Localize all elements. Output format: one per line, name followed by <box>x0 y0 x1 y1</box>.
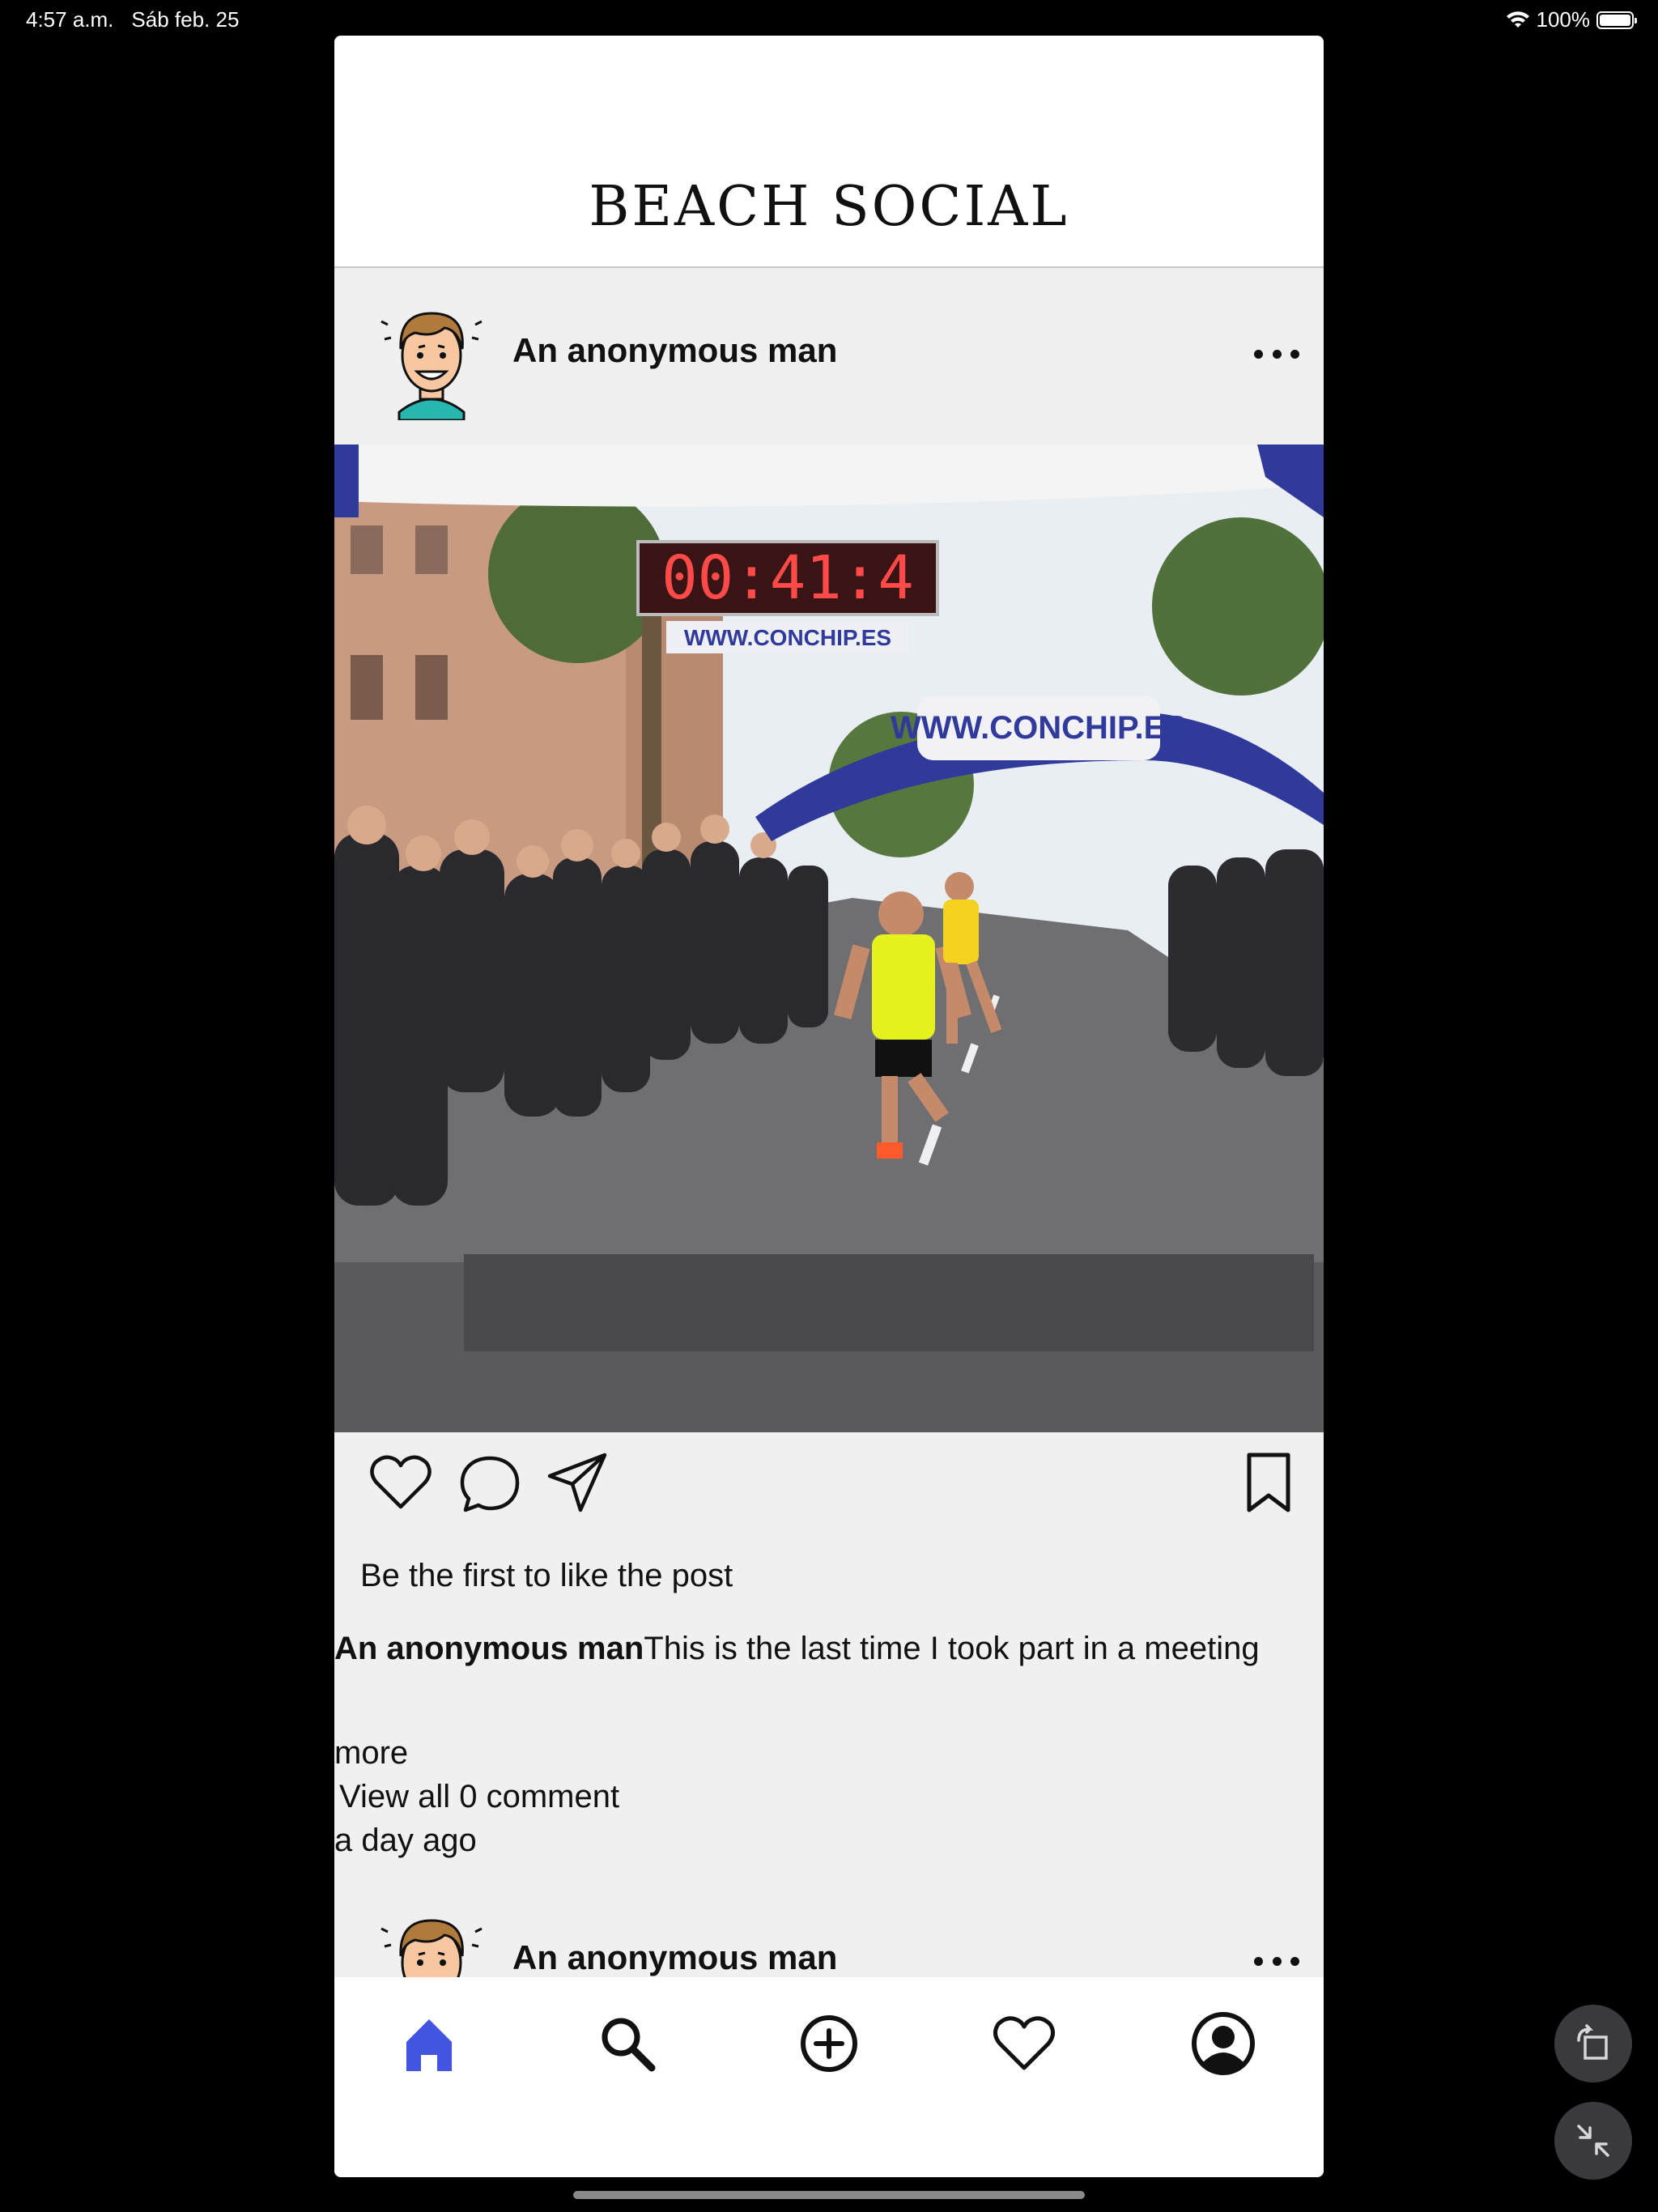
profile-icon[interactable] <box>1189 2010 1257 2078</box>
status-time: 4:57 a.m. <box>26 7 114 32</box>
add-circle-icon[interactable] <box>795 2010 863 2078</box>
battery-icon <box>1596 11 1637 29</box>
avatar-face-icon <box>380 312 483 420</box>
caption-text: This is the last time I took part in a m… <box>644 1631 1260 1666</box>
minimize-button[interactable] <box>1554 2102 1632 2180</box>
status-date: Sáb feb. 25 <box>131 7 240 32</box>
caption-more-link[interactable]: more <box>334 1735 408 1772</box>
more-options-icon[interactable] <box>1254 338 1299 370</box>
wifi-icon <box>1506 11 1529 28</box>
minimize-icon <box>1577 2125 1609 2157</box>
post-header: An anonymous man <box>334 268 1324 445</box>
home-icon[interactable] <box>395 2010 463 2078</box>
battery-percent: 100% <box>1536 7 1591 32</box>
rotate-button[interactable] <box>1554 2005 1632 2082</box>
app-window: BEACH SOCIAL An anonymous man WWW.CONCHI… <box>334 36 1324 2177</box>
post-username[interactable]: An anonymous man <box>512 1938 837 1977</box>
tab-bar <box>334 1977 1324 2177</box>
heart-icon[interactable] <box>990 2010 1058 2078</box>
race-timer-text: 00:41:4 <box>661 543 914 613</box>
avatar[interactable] <box>367 291 496 420</box>
feed[interactable]: An anonymous man WWW.CONCHIP.ES 00:41:4 … <box>334 268 1324 2013</box>
view-comments-link[interactable]: View all 0 comment <box>339 1779 619 1815</box>
timer-banner-text: WWW.CONCHIP.ES <box>684 625 891 650</box>
bookmark-icon[interactable] <box>1235 1448 1303 1516</box>
post-username[interactable]: An anonymous man <box>512 331 837 370</box>
like-heart-icon[interactable] <box>367 1448 435 1516</box>
home-indicator[interactable] <box>573 2191 1085 2199</box>
post-caption: An anonymous manThis is the last time I … <box>334 1626 1298 1671</box>
status-bar: 4:57 a.m. Sáb feb. 25 100% <box>0 0 1658 39</box>
post-photo: WWW.CONCHIP.ES 00:41:4 WWW.CONCHIP.ES <box>334 445 1324 1432</box>
arch-banner-text: WWW.CONCHIP.ES <box>891 710 1187 746</box>
search-icon[interactable] <box>593 2010 661 2078</box>
post-timestamp: a day ago <box>334 1823 477 1858</box>
battery-fill <box>1600 14 1630 26</box>
likes-text: Be the first to like the post <box>360 1558 733 1593</box>
rotate-icon <box>1577 2024 1608 2060</box>
more-options-icon[interactable] <box>1254 1945 1299 1977</box>
share-send-icon[interactable] <box>543 1448 611 1516</box>
app-title: BEACH SOCIAL <box>589 175 1069 239</box>
caption-username[interactable]: An anonymous man <box>334 1631 644 1666</box>
post-actions <box>334 1432 1324 1536</box>
app-header: BEACH SOCIAL <box>334 36 1324 268</box>
comment-bubble-icon[interactable] <box>456 1448 524 1516</box>
post-image[interactable]: WWW.CONCHIP.ES 00:41:4 WWW.CONCHIP.ES <box>334 445 1324 1432</box>
